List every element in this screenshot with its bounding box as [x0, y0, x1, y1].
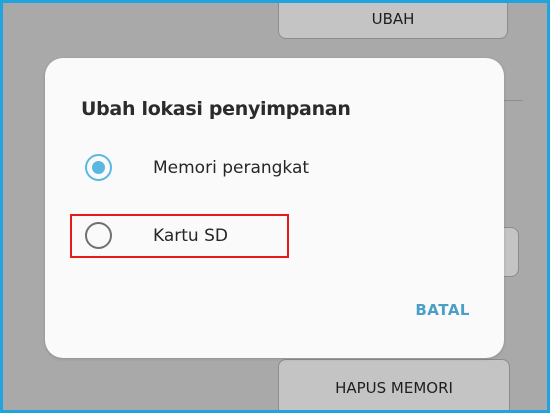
- clear-storage-button-label: HAPUS MEMORI: [335, 379, 453, 397]
- clear-storage-button: HAPUS MEMORI: [278, 359, 510, 410]
- change-button-label: UBAH: [371, 10, 415, 28]
- sd-card-highlight-box: [70, 214, 289, 258]
- change-button: UBAH: [278, 3, 508, 39]
- radio-dot-icon: [92, 161, 105, 174]
- screen-frame: UBAH HAPUS MEMORI Ubah lokasi penyimpana…: [0, 0, 550, 413]
- storage-location-dialog: Ubah lokasi penyimpanan Memori perangkat…: [45, 58, 504, 358]
- option-device-memory[interactable]: Memori perangkat: [81, 150, 309, 190]
- option-device-memory-label: Memori perangkat: [153, 158, 310, 178]
- cancel-button[interactable]: BATAL: [415, 301, 470, 319]
- dialog-title: Ubah lokasi penyimpanan: [81, 98, 351, 120]
- radio-selected-icon[interactable]: [85, 154, 112, 181]
